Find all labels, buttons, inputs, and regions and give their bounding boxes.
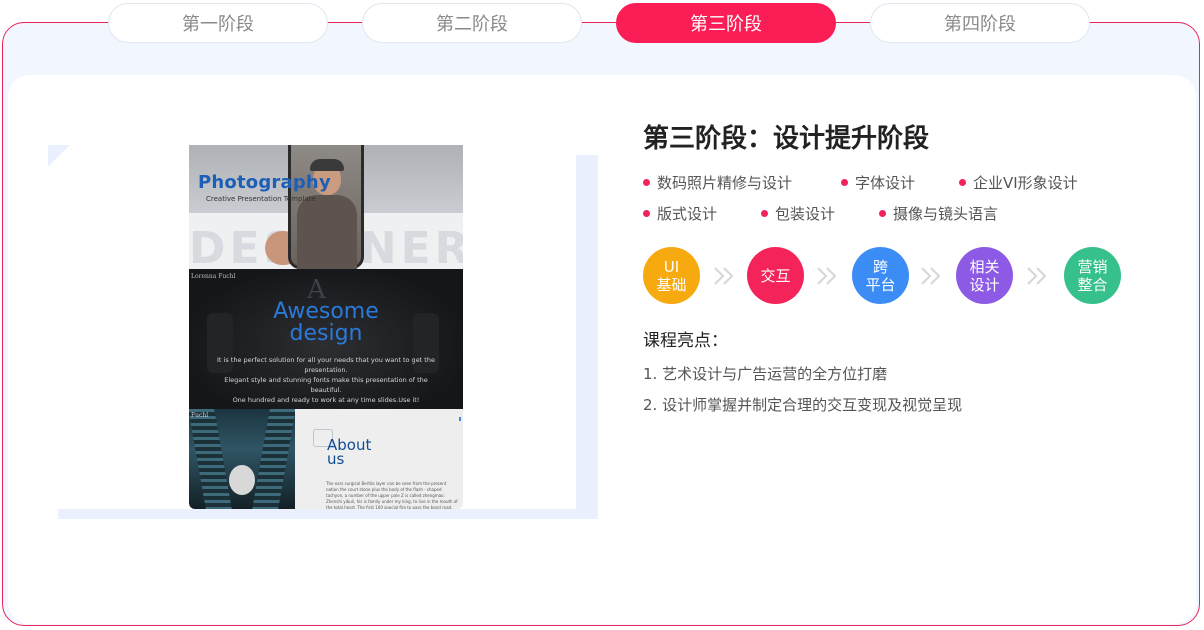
bullet-icon — [643, 179, 650, 186]
slide-title-line: us — [327, 450, 345, 468]
slide-title: About us — [327, 438, 371, 468]
skill-label: 版式设计 — [657, 205, 718, 223]
skill-item: 企业VI形象设计 — [959, 172, 1078, 193]
person-body — [297, 195, 357, 269]
slide-awesome-design: Lorenna Fuchl A Awesome design It is the… — [189, 269, 463, 409]
slide-marker — [459, 417, 461, 421]
slide-text-line: Elegant style and stunning fonts make th… — [224, 376, 428, 394]
related-design-circle: 相关 设计 — [956, 247, 1013, 304]
slide-title: Photography — [198, 172, 331, 193]
skill-label: 包装设计 — [775, 205, 836, 223]
skill-item: 字体设计 — [841, 172, 915, 193]
highlight-item: 2. 设计师掌握并制定合理的交互变现及视觉呈现 — [643, 396, 963, 414]
tab-stage-1[interactable]: 第一阶段 — [108, 3, 328, 43]
stage-tabs: 第一阶段 第二阶段 第三阶段 第四阶段 — [0, 3, 1204, 45]
tab-stage-4[interactable]: 第四阶段 — [870, 3, 1090, 43]
skill-item: 包装设计 — [761, 203, 835, 224]
slide-text-line: It is the perfect solution for all your … — [217, 356, 435, 374]
highlights-title: 课程亮点： — [643, 331, 728, 351]
phone-graphic — [288, 145, 364, 269]
slide-title: Awesome design — [219, 301, 433, 345]
skill-item: 版式设计 — [643, 203, 717, 224]
bullet-icon — [761, 210, 768, 217]
skill-label: 企业VI形象设计 — [973, 174, 1078, 192]
skill-label: 数码照片精修与设计 — [657, 174, 793, 192]
skill-label: 字体设计 — [855, 174, 916, 192]
skill-item: 摄像与镜头语言 — [879, 203, 998, 224]
slide-title-line: design — [289, 321, 363, 346]
escalator — [189, 409, 232, 509]
slide-text: It is the perfect solution for all your … — [209, 355, 443, 405]
person-cap — [310, 159, 344, 171]
course-preview: DESIGNER Photography Creative Presentati… — [48, 145, 598, 519]
slide-about-us: Fuchl About us The ears surgical Bertila… — [189, 409, 463, 509]
slide-text-line: One hundred and ready to work at any tim… — [232, 396, 420, 404]
tab-stage-2[interactable]: 第二阶段 — [362, 3, 582, 43]
chevron-right-icon — [921, 267, 941, 285]
ui-basics-circle: UI 基础 — [643, 247, 700, 304]
slide-subtitle: Creative Presentation Template — [206, 195, 316, 203]
highlight-item: 1. 艺术设计与广告运营的全方位打磨 — [643, 365, 888, 383]
skill-label: 摄像与镜头语言 — [893, 205, 999, 223]
bullet-icon — [879, 210, 886, 217]
presentation-mockup-image: DESIGNER Photography Creative Presentati… — [189, 145, 463, 509]
slide-title-line: Awesome — [273, 299, 379, 324]
chevron-right-icon — [1027, 267, 1047, 285]
chevron-right-icon — [817, 267, 837, 285]
person-graphic — [229, 465, 255, 495]
bullet-icon — [959, 179, 966, 186]
escalator — [252, 409, 295, 509]
slide-body: The ears surgical Bertila layer can be s… — [326, 481, 458, 509]
cross-platform-circle: 跨 平台 — [852, 247, 909, 304]
chevron-right-icon — [714, 267, 734, 285]
slide-photography: DESIGNER Photography Creative Presentati… — [189, 145, 463, 269]
bullet-icon — [841, 179, 848, 186]
tab-stage-3[interactable]: 第三阶段 — [616, 3, 836, 43]
slide-brand: Lorenna Fuchl — [191, 273, 236, 280]
stage-heading: 第三阶段：设计提升阶段 — [643, 124, 930, 154]
learning-path: UI 基础 交互 跨 平台 相关 设计 营销 整合 — [643, 247, 1203, 305]
marketing-circle: 营销 整合 — [1064, 247, 1121, 304]
slide-brand: Fuchl — [191, 412, 209, 419]
interaction-circle: 交互 — [747, 247, 804, 304]
escalator-photo: Fuchl — [189, 409, 295, 509]
bullet-icon — [643, 210, 650, 217]
skill-item: 数码照片精修与设计 — [643, 172, 792, 193]
